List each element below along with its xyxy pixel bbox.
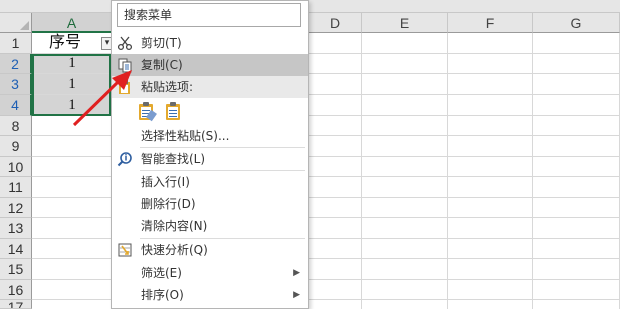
menu-item-label: 智能查找(L)	[141, 152, 206, 166]
row-header-11[interactable]: 11	[0, 177, 32, 198]
menu-item-cut[interactable]: 剪切(T)	[112, 32, 308, 54]
row-header-9[interactable]: 9	[0, 136, 32, 157]
row-header-13[interactable]: 13	[0, 218, 32, 239]
column-header-g[interactable]: G	[533, 13, 620, 33]
row-header-17[interactable]: 17	[0, 300, 32, 309]
row-header-15[interactable]: 15	[0, 259, 32, 280]
select-all-corner[interactable]	[0, 13, 32, 33]
menu-item-label: 快速分析(Q)	[141, 243, 208, 257]
menu-item-label: 排序(O)	[141, 288, 184, 302]
row-header-14[interactable]: 14	[0, 239, 32, 259]
paste-options-icons	[139, 100, 199, 122]
menu-item-label: 插入行(I)	[141, 175, 190, 189]
menu-item-quick-analysis[interactable]: 快速分析(Q)	[112, 239, 308, 261]
menu-item-paste-special[interactable]: 选择性粘贴(S)...	[112, 125, 308, 147]
menu-item-insert-row[interactable]: 插入行(I)	[112, 171, 308, 193]
menu-search-input[interactable]: 搜索菜单	[117, 3, 301, 27]
scissors-icon	[117, 35, 133, 51]
smart-lookup-icon	[117, 151, 133, 167]
menu-item-label: 筛选(E)	[141, 266, 182, 280]
paste-format-icon[interactable]	[139, 102, 157, 122]
paste-values-icon[interactable]	[166, 102, 180, 120]
row-header-12[interactable]: 12	[0, 198, 32, 218]
submenu-arrow-icon: ▶	[293, 268, 300, 278]
row-header-2[interactable]: 2	[0, 54, 32, 74]
row-header-8[interactable]: 8	[0, 116, 32, 136]
row-header-10[interactable]: 10	[0, 157, 32, 177]
menu-item-sort[interactable]: 排序(O) ▶	[112, 284, 308, 306]
menu-item-clear-contents[interactable]: 清除内容(N)	[112, 215, 308, 237]
menu-item-smart-lookup[interactable]: 智能查找(L)	[112, 148, 308, 170]
grid-line	[532, 33, 533, 309]
menu-item-copy[interactable]: 复制(C)	[112, 54, 308, 76]
row-header-1[interactable]: 1	[0, 33, 32, 54]
menu-item-label: 清除内容(N)	[141, 219, 208, 233]
submenu-arrow-icon: ▶	[293, 290, 300, 300]
grid-line	[361, 33, 362, 309]
row-header-16[interactable]: 16	[0, 280, 32, 300]
menu-item-delete-row[interactable]: 删除行(D)	[112, 193, 308, 215]
menu-item-filter[interactable]: 筛选(E) ▶	[112, 262, 308, 284]
menu-item-label: 粘贴选项:	[141, 80, 194, 94]
red-arrow-annotation	[72, 70, 132, 127]
column-header-d[interactable]: D	[309, 13, 362, 33]
column-header-a[interactable]: A	[32, 13, 112, 33]
menu-item-paste-options: 粘贴选项:	[112, 76, 308, 98]
menu-item-label: 删除行(D)	[141, 197, 196, 211]
formula-bar-strip	[0, 0, 620, 13]
menu-item-label: 复制(C)	[141, 58, 183, 72]
header-cell-a1[interactable]: 序号	[32, 33, 112, 53]
quick-analysis-icon	[117, 242, 133, 258]
menu-item-label: 选择性粘贴(S)...	[141, 129, 230, 143]
column-header-e[interactable]: E	[362, 13, 448, 33]
menu-item-label: 剪切(T)	[141, 36, 182, 50]
column-header-f[interactable]: F	[448, 13, 533, 33]
grid-line	[447, 33, 448, 309]
row-header-3[interactable]: 3	[0, 74, 32, 95]
row-header-4[interactable]: 4	[0, 95, 32, 116]
